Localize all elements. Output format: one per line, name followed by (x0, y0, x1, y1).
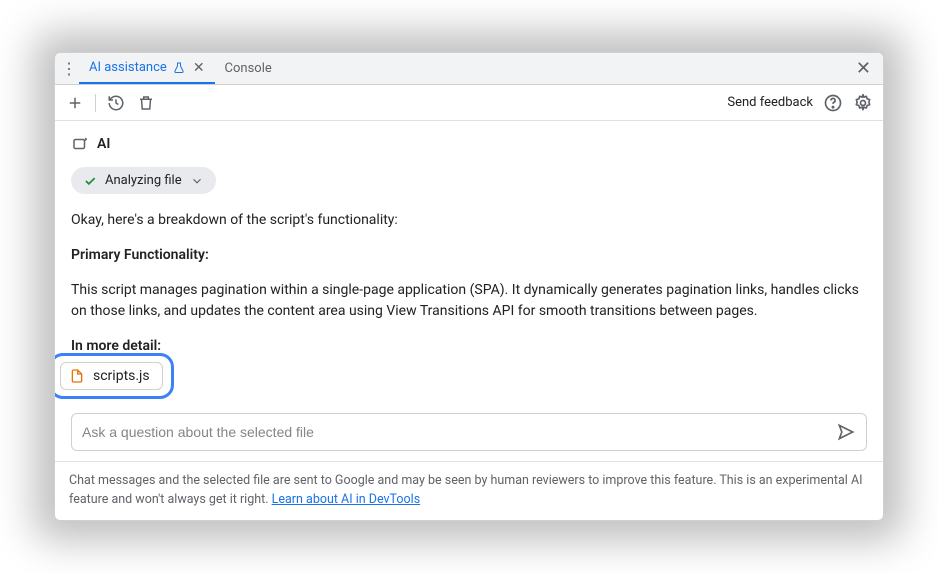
settings-button[interactable] (853, 93, 873, 113)
delete-button[interactable] (136, 93, 156, 113)
tab-label: Console (225, 61, 272, 76)
ai-label: AI (97, 136, 110, 152)
chevron-down-icon (190, 174, 204, 188)
help-button[interactable] (823, 93, 843, 113)
chat-input-row (71, 413, 867, 451)
chat-content: AI Analyzing file Okay, here's a breakdo… (55, 121, 883, 461)
toolbar-divider (95, 94, 96, 112)
tab-label: AI assistance (89, 60, 167, 75)
status-text: Analyzing file (105, 173, 182, 188)
message-intro: Okay, here's a breakdown of the script's… (71, 210, 867, 231)
ai-message: Okay, here's a breakdown of the script's… (71, 210, 867, 357)
sparkle-icon (71, 135, 89, 153)
toolbar: Send feedback (55, 85, 883, 121)
flask-icon (173, 62, 185, 74)
selected-file-chip[interactable]: scripts.js (60, 362, 163, 390)
ai-header: AI (71, 135, 867, 153)
close-icon[interactable]: ✕ (193, 60, 205, 76)
disclaimer-text: Chat messages and the selected file are … (69, 473, 863, 507)
file-icon (69, 368, 85, 384)
chat-input[interactable] (82, 424, 836, 440)
tab-ai-assistance[interactable]: AI assistance ✕ (79, 53, 215, 84)
tab-console[interactable]: Console (215, 53, 282, 84)
message-heading-2: In more detail: (71, 338, 161, 354)
check-icon (83, 174, 97, 188)
selected-file-highlight: scripts.js (55, 353, 174, 399)
disclaimer-footer: Chat messages and the selected file are … (55, 461, 883, 520)
more-tabs-icon[interactable]: ⋮ (59, 59, 79, 78)
new-chat-button[interactable] (65, 93, 85, 113)
message-heading: Primary Functionality: (71, 247, 209, 263)
status-chip[interactable]: Analyzing file (71, 167, 216, 194)
learn-more-link[interactable]: Learn about AI in DevTools (272, 492, 421, 507)
file-name: scripts.js (93, 368, 150, 384)
devtools-panel: ⋮ AI assistance ✕ Console ✕ Send feedbac… (54, 52, 884, 521)
history-button[interactable] (106, 93, 126, 113)
message-body: This script manages pagination within a … (71, 280, 867, 322)
tab-bar: ⋮ AI assistance ✕ Console ✕ (55, 53, 883, 85)
close-panel-icon[interactable]: ✕ (848, 58, 879, 79)
send-feedback-link[interactable]: Send feedback (727, 95, 813, 110)
send-button[interactable] (836, 422, 856, 442)
